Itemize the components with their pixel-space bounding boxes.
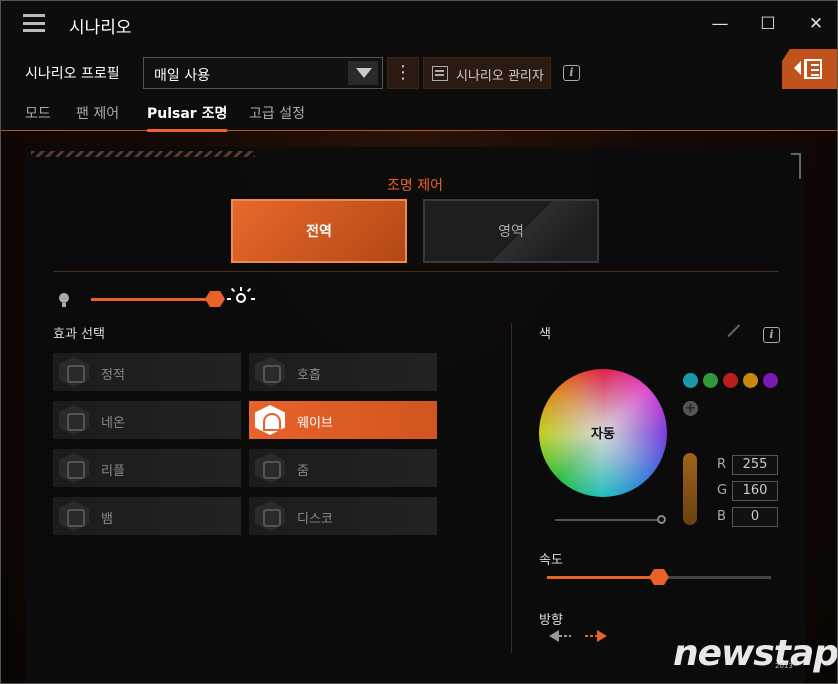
effect-label: 호흡	[297, 368, 321, 383]
static-cube-icon	[59, 357, 89, 387]
effect-static[interactable]: 정적	[53, 353, 241, 391]
effect-ripple[interactable]: 리플	[53, 449, 241, 487]
effects-title: 효과 선택	[53, 327, 105, 342]
speed-title: 속도	[539, 553, 563, 568]
app-window: 시나리오 — ☐ ✕ 시나리오 프로필 매일 사용 ⋮ 시나리오 관리자 i 모…	[0, 0, 838, 684]
bulb-dim-icon	[59, 293, 69, 307]
speed-slider-handle[interactable]	[649, 569, 669, 585]
lighting-panel: 조명 제어 전역 영역 효과 선택 정적 호흡 네온 웨이브 리플 줌 뱀 디스…	[25, 147, 805, 683]
saturation-slider-track[interactable]	[555, 519, 661, 521]
ripple-icon	[59, 453, 89, 483]
color-title: 색	[539, 327, 551, 342]
panel-list-icon	[804, 59, 822, 79]
tab-advanced-settings[interactable]: 고급 설정	[249, 103, 305, 129]
neon-icon	[59, 405, 89, 435]
arrow-left-icon	[549, 630, 559, 642]
b-input[interactable]: 0	[732, 507, 778, 527]
effect-snake[interactable]: 뱀	[53, 497, 241, 535]
zone-mode-button[interactable]: 영역	[423, 199, 599, 263]
color-wheel[interactable]: 자동	[539, 369, 667, 497]
effect-neon[interactable]: 네온	[53, 401, 241, 439]
close-button[interactable]: ✕	[801, 11, 831, 37]
arrow-left-icon	[794, 61, 801, 75]
effect-breathing[interactable]: 호흡	[249, 353, 437, 391]
effect-label: 리플	[101, 464, 125, 479]
disco-icon	[255, 501, 285, 531]
direction-left-button[interactable]	[549, 629, 573, 643]
bulb-bright-icon	[227, 287, 255, 309]
tab-pulsar-lighting[interactable]: Pulsar 조명	[147, 103, 228, 132]
swatch-teal[interactable]	[683, 373, 698, 388]
menu-icon[interactable]	[23, 14, 45, 32]
effect-label: 웨이브	[297, 416, 333, 431]
profile-label: 시나리오 프로필	[25, 66, 120, 82]
maximize-button[interactable]: ☐	[753, 11, 783, 37]
add-swatch-button[interactable]: +	[683, 401, 698, 416]
tab-fan-control[interactable]: 팬 제어	[76, 103, 119, 129]
list-icon	[432, 66, 448, 81]
saturation-slider-handle[interactable]	[657, 515, 666, 524]
title-bar: 시나리오 — ☐ ✕	[1, 1, 837, 47]
effect-label: 뱀	[101, 512, 113, 527]
scenario-manager-button[interactable]: 시나리오 관리자	[423, 57, 551, 89]
watermark-logo: newstap	[673, 633, 838, 674]
swatch-purple[interactable]	[763, 373, 778, 388]
direction-right-button[interactable]	[585, 629, 609, 643]
tab-bar: 모드 팬 제어 Pulsar 조명 고급 설정	[1, 97, 837, 132]
profile-dropdown[interactable]: 매일 사용	[143, 57, 383, 89]
effect-label: 네온	[101, 416, 125, 431]
swatch-red[interactable]	[723, 373, 738, 388]
g-input[interactable]: 160	[732, 481, 778, 501]
decorative-hatch	[31, 151, 255, 157]
arrow-right-icon	[597, 630, 607, 642]
effect-label: 디스코	[297, 512, 333, 527]
global-mode-button[interactable]: 전역	[231, 199, 407, 263]
swatch-orange[interactable]	[743, 373, 758, 388]
lighting-control-title: 조명 제어	[387, 178, 443, 194]
profile-selected-value: 매일 사용	[154, 68, 210, 84]
g-label: G	[717, 483, 728, 498]
r-label: R	[717, 457, 727, 472]
effect-label: 정적	[101, 368, 125, 383]
speed-slider-fill[interactable]	[547, 576, 659, 579]
more-options-button[interactable]: ⋮	[387, 57, 419, 89]
r-input[interactable]: 255	[732, 455, 778, 475]
eyedropper-icon[interactable]	[727, 324, 749, 346]
effect-wave[interactable]: 웨이브	[249, 401, 437, 439]
snake-icon	[59, 501, 89, 531]
brightness-slider-handle[interactable]	[205, 291, 225, 307]
info-icon[interactable]: i	[563, 65, 580, 81]
effect-zoom[interactable]: 줌	[249, 449, 437, 487]
collapse-panel-button[interactable]	[782, 49, 837, 89]
chevron-down-icon[interactable]	[348, 61, 378, 85]
speed-slider-track[interactable]	[659, 576, 771, 579]
color-preview-bar	[683, 453, 697, 525]
swatch-green[interactable]	[703, 373, 718, 388]
app-title: 시나리오	[69, 18, 132, 38]
profile-row: 시나리오 프로필 매일 사용 ⋮ 시나리오 관리자 i	[1, 47, 837, 97]
divider	[53, 271, 779, 272]
effect-disco[interactable]: 디스코	[249, 497, 437, 535]
wave-icon	[255, 405, 285, 435]
color-wheel-label: 자동	[591, 427, 615, 442]
color-info-icon[interactable]: i	[763, 327, 780, 343]
b-label: B	[717, 509, 726, 524]
breathing-icon	[255, 357, 285, 387]
minimize-button[interactable]: —	[705, 11, 735, 37]
scenario-manager-label: 시나리오 관리자	[456, 69, 544, 84]
zoom-icon	[255, 453, 285, 483]
vertical-divider	[511, 323, 512, 653]
watermark-year: 2013	[775, 662, 793, 670]
effect-label: 줌	[297, 464, 309, 479]
brightness-slider-track[interactable]	[91, 298, 219, 301]
tab-mode[interactable]: 모드	[25, 103, 51, 129]
direction-title: 방향	[539, 613, 563, 628]
